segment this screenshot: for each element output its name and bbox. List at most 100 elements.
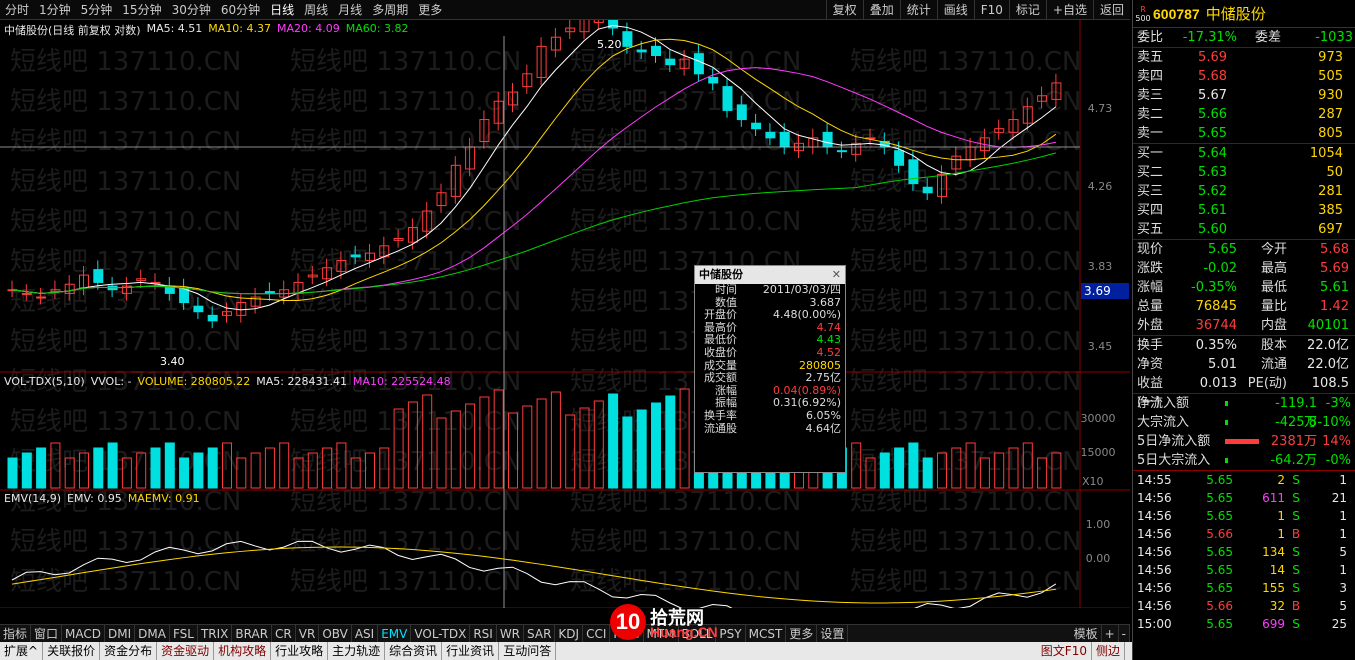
level-label: 买五 xyxy=(1137,222,1164,237)
toolbar-button-4[interactable]: F10 xyxy=(973,0,1009,20)
site-logo: 10 拾荒网 Huang.CN xyxy=(610,604,740,642)
level-label: 卖四 xyxy=(1137,69,1164,84)
flow-row: 大宗流入 -425.8万 -10% xyxy=(1133,413,1355,449)
toolbar-button-1[interactable]: 叠加 xyxy=(862,0,900,20)
status-item-7[interactable]: 综合资讯 xyxy=(385,642,443,660)
indicator-tab-4[interactable]: DMA xyxy=(135,624,170,643)
tab-period-2[interactable]: 5分钟 xyxy=(76,0,118,20)
toolbar-button-7[interactable]: 返回 xyxy=(1092,0,1130,20)
volume-bar xyxy=(608,393,619,489)
order-level-row: 卖四 5.68 505 xyxy=(1133,67,1355,86)
bottom-control-1[interactable]: + xyxy=(1102,625,1119,643)
close-icon[interactable]: ✕ xyxy=(832,266,841,284)
tab-period-8[interactable]: 月线 xyxy=(333,0,367,20)
order-level-row: 买三 5.62 281 xyxy=(1133,182,1355,201)
tab-period-4[interactable]: 30分钟 xyxy=(167,0,216,20)
status-item-4[interactable]: 机构攻略 xyxy=(214,642,272,660)
emv-value-label: EMV: 0.95 xyxy=(67,492,122,505)
status-right-item-1[interactable]: 侧边 xyxy=(1092,642,1125,660)
indicator-tab-25[interactable]: 设置 xyxy=(817,624,849,643)
stat-label: 流通 xyxy=(1260,357,1287,372)
indicator-tab-7[interactable]: BRAR xyxy=(232,624,273,643)
volume-bar xyxy=(193,452,204,489)
candle-body xyxy=(908,159,919,185)
tick-list[interactable]: 14:55 5.65 2 S 1 14:56 5.65 611 S 21 14:56 5.65 1 S 1 1… xyxy=(1133,470,1355,633)
level-label: 买一 xyxy=(1137,146,1164,161)
price-axis-label: 3.45 xyxy=(1088,340,1113,353)
status-item-1[interactable]: 关联报价 xyxy=(43,642,101,660)
tab-period-0[interactable]: 分时 xyxy=(0,0,34,20)
status-item-3[interactable]: 资金驱动 xyxy=(157,642,215,660)
flow-bar-fill xyxy=(1225,439,1260,444)
kline-chart-area[interactable]: 短线吧 137110.CN 短线吧 137110.CN 短线吧 137110.CN 短… xyxy=(0,0,1130,637)
status-item-8[interactable]: 行业资讯 xyxy=(442,642,500,660)
stat-value: 40101 xyxy=(1307,318,1349,333)
popup-row-value: 2011/03/03/四 xyxy=(762,283,841,296)
stat-value: 5.65 xyxy=(1208,242,1237,257)
bottom-control-0[interactable]: 模板 xyxy=(1071,625,1102,643)
flow-bar xyxy=(1225,432,1265,451)
stat-value: 5.68 xyxy=(1320,242,1349,257)
toolbar-button-2[interactable]: 统计 xyxy=(899,0,937,20)
logo-number: 10 xyxy=(610,604,646,640)
candle-body xyxy=(636,49,647,53)
indicator-tab-5[interactable]: FSL xyxy=(170,624,198,643)
level-volume: 505 xyxy=(1318,69,1343,84)
tick-count: 1 xyxy=(1339,527,1347,541)
volume-bar xyxy=(250,452,261,489)
bottom-control-2[interactable]: - xyxy=(1119,625,1130,643)
vvol-label: VVOL: - xyxy=(90,375,132,388)
indicator-tab-15[interactable]: WR xyxy=(497,624,525,643)
status-item-2[interactable]: 资金分布 xyxy=(100,642,158,660)
status-right-item-0[interactable]: 图文F10 xyxy=(1037,642,1092,660)
indicator-tab-9[interactable]: VR xyxy=(296,624,320,643)
level-label: 卖一 xyxy=(1137,126,1164,141)
tab-period-7[interactable]: 周线 xyxy=(299,0,333,20)
indicator-tab-17[interactable]: KDJ xyxy=(555,624,584,643)
indicator-tab-13[interactable]: VOL-TDX xyxy=(411,624,471,643)
indicator-tab-18[interactable]: CCI xyxy=(583,624,611,643)
flow-value: 2381万 xyxy=(1270,434,1317,449)
tick-count: 1 xyxy=(1339,563,1347,577)
toolbar-button-0[interactable]: 复权 xyxy=(825,0,863,20)
toolbar-right-buttons: 复权 叠加 统计 画线 F10 标记 +自选 返回 xyxy=(825,0,1130,20)
status-item-0[interactable]: 扩展^ xyxy=(0,642,44,660)
indicator-tab-24[interactable]: 更多 xyxy=(786,624,818,643)
indicator-tab-0[interactable]: 指标 xyxy=(0,624,32,643)
tab-period-9[interactable]: 多周期 xyxy=(367,0,413,20)
kline-chart-svg[interactable]: 短线吧 137110.CN 短线吧 137110.CN 短线吧 137110.CN 短… xyxy=(0,0,1130,637)
level-price: 5.68 xyxy=(1198,69,1227,84)
stat-label: 最低 xyxy=(1260,280,1287,295)
tab-period-10[interactable]: 更多 xyxy=(413,0,447,20)
indicator-tab-2[interactable]: MACD xyxy=(62,624,106,643)
tab-period-5[interactable]: 60分钟 xyxy=(216,0,265,20)
indicator-tab-12[interactable]: EMV xyxy=(378,624,412,643)
tick-time: 14:56 xyxy=(1137,563,1172,577)
status-item-5[interactable]: 行业攻略 xyxy=(271,642,329,660)
status-item-6[interactable]: 主力轨迹 xyxy=(328,642,386,660)
toolbar-button-5[interactable]: 标记 xyxy=(1008,0,1046,20)
indicator-tab-1[interactable]: 窗口 xyxy=(31,624,63,643)
indicator-tab-14[interactable]: RSI xyxy=(470,624,497,643)
capital-flow: 净流入额 -119.1万 -3% 大宗流入 -425.8万 -10% 5日净流入额 2381万… xyxy=(1133,393,1355,470)
watermark-text: 短线吧 137110.CN xyxy=(290,87,521,117)
watermark-text: 短线吧 137110.CN xyxy=(10,407,241,437)
crosshair-info-popup[interactable]: 中储股份 ✕ 时间 2011/03/03/四 数值 3.687 开盘价 4.48(0.00%… xyxy=(694,265,846,473)
indicator-tab-10[interactable]: OBV xyxy=(319,624,352,643)
tab-period-3[interactable]: 15分钟 xyxy=(117,0,166,20)
indicator-tab-11[interactable]: ASI xyxy=(352,624,379,643)
tab-period-1[interactable]: 1分钟 xyxy=(34,0,76,20)
indicator-tab-23[interactable]: MCST xyxy=(746,624,787,643)
indicator-tab-8[interactable]: CR xyxy=(272,624,296,643)
tick-row: 14:56 5.65 611 S 21 xyxy=(1133,489,1355,507)
tick-volume: 1 xyxy=(1277,527,1285,541)
indicator-tab-6[interactable]: TRIX xyxy=(198,624,233,643)
tab-period-6[interactable]: 日线 xyxy=(265,0,299,20)
indicator-tab-3[interactable]: DMI xyxy=(105,624,136,643)
level-volume: 385 xyxy=(1318,203,1343,218)
indicator-tab-16[interactable]: SAR xyxy=(524,624,556,643)
toolbar-button-3[interactable]: 画线 xyxy=(936,0,974,20)
price-axis-label: 4.26 xyxy=(1088,180,1113,193)
status-item-9[interactable]: 互动问答 xyxy=(499,642,557,660)
toolbar-button-6[interactable]: +自选 xyxy=(1045,0,1093,20)
